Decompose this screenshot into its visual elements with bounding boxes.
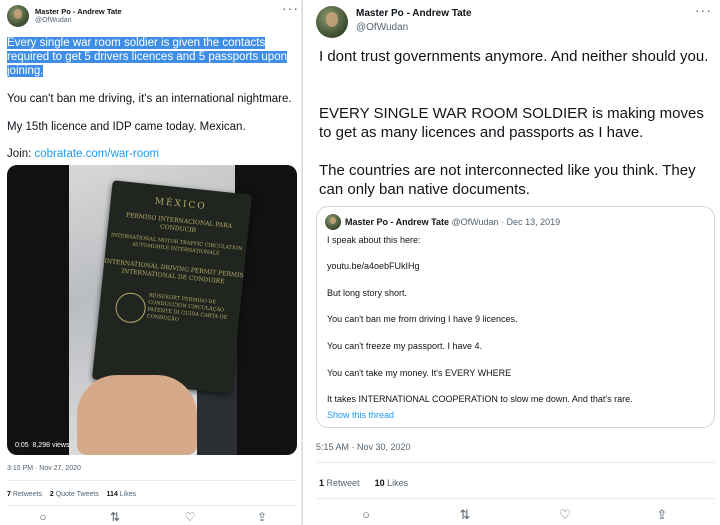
tweet-timestamp[interactable]: 3:15 PM · Nov 27, 2020 [7, 465, 81, 472]
passport-langs: REISEKORT PERMISO DE CONDUCCIÓN CIRCULAÇ… [146, 292, 228, 323]
like-icon[interactable]: ♡ [555, 507, 575, 523]
divider [7, 480, 297, 481]
quoted-tweet[interactable]: Master Po - Andrew Tate @OfWudan · Dec 1… [316, 206, 715, 428]
reply-icon[interactable]: ○ [33, 510, 53, 524]
passport-permit: INTERNATIONAL DRIVING PERMIT PERMIS INTE… [104, 257, 244, 286]
share-icon[interactable]: ⇪ [252, 510, 272, 524]
divider [316, 462, 715, 463]
quoted-line-1: I speak about this here: [327, 235, 421, 245]
video-duration: 0:05 [15, 442, 29, 449]
quoted-author-handle: @OfWudan [451, 217, 499, 227]
show-thread-link[interactable]: Show this thread [327, 409, 394, 421]
war-room-link[interactable]: cobratate.com/war-room [35, 148, 160, 160]
highlighted-text: Every single war room soldier is given t… [7, 37, 287, 77]
author-name[interactable]: Master Po - Andrew Tate [35, 7, 122, 16]
more-icon[interactable]: ··· [282, 1, 299, 15]
tweet-timestamp[interactable]: 5:15 AM · Nov 30, 2020 [316, 442, 411, 452]
author-handle[interactable]: @OfWudan [35, 17, 72, 24]
likes-stat[interactable]: 114 Likes [107, 491, 137, 498]
avatar[interactable] [316, 6, 348, 38]
quotes-stat[interactable]: 2 Quote Tweets [50, 491, 99, 498]
retweets-stat[interactable]: 1 Retweet [319, 478, 360, 488]
tweet-para-1: Every single war room soldier is given t… [7, 36, 297, 78]
quoted-line-2: youtu.be/a4oebFUkIHg [327, 261, 420, 271]
video-stats: 0:05 8,298 views [15, 442, 69, 449]
divider [316, 498, 715, 499]
tweet-para-2: You can't ban me driving, it's an intern… [7, 93, 292, 105]
retweets-stat[interactable]: 7 Retweets [7, 491, 42, 498]
tweet-stats: 7 Retweets 2 Quote Tweets 114 Likes [7, 491, 136, 498]
tweet-para-3: The countries are not interconnected lik… [319, 162, 696, 198]
quoted-line-5: You can't freeze my passport. I have 4. [327, 341, 482, 351]
author-name[interactable]: Master Po - Andrew Tate [356, 8, 472, 19]
more-icon[interactable]: ··· [695, 3, 712, 17]
quoted-author-name: Master Po - Andrew Tate [345, 217, 450, 227]
avatar[interactable] [7, 5, 29, 27]
tweet-para-4: Join: cobratate.com/war-room [7, 147, 297, 161]
left-tweet: Master Po - Andrew Tate @OfWudan ··· Eve… [0, 0, 302, 525]
quoted-header: Master Po - Andrew Tate @OfWudan · Dec 1… [345, 216, 560, 228]
join-label: Join: [7, 148, 32, 160]
tweet-stats: 1 Retweet 10 Likes [319, 478, 408, 488]
author-handle[interactable]: @OfWudan [356, 22, 408, 33]
retweet-icon[interactable]: ⇅ [455, 507, 475, 523]
passport-seal [114, 291, 148, 325]
tweet-para-1: I dont trust governments anymore. And ne… [319, 48, 709, 65]
tweet-video[interactable]: MÉXICO PERMISO INTERNACIONAL PARA CONDUC… [7, 165, 297, 455]
video-views: 8,298 views [32, 442, 70, 449]
quoted-line-7: It takes INTERNATIONAL COOPERATION to sl… [327, 394, 633, 404]
retweet-icon[interactable]: ⇅ [105, 510, 125, 524]
divider [7, 505, 297, 506]
quoted-date: · Dec 13, 2019 [501, 217, 561, 227]
right-tweet: Master Po - Andrew Tate @OfWudan ··· I d… [303, 0, 720, 525]
tweet-para-3: My 15th licence and IDP came today. Mexi… [7, 121, 246, 133]
quoted-avatar [325, 214, 341, 230]
likes-stat[interactable]: 10 Likes [375, 478, 409, 488]
hand-shape [77, 375, 197, 455]
tweet-para-2: EVERY SINGLE WAR ROOM SOLDIER is making … [319, 105, 704, 141]
share-icon[interactable]: ⇪ [652, 507, 672, 523]
like-icon[interactable]: ♡ [180, 510, 200, 524]
quoted-line-6: You can't take my money. It's EVERY WHER… [327, 368, 512, 378]
quoted-line-4: You can't ban me from driving I have 9 l… [327, 314, 518, 324]
reply-icon[interactable]: ○ [356, 507, 376, 522]
quoted-line-3: But long story short. [327, 288, 408, 298]
passport-image: MÉXICO PERMISO INTERNACIONAL PARA CONDUC… [91, 180, 253, 394]
